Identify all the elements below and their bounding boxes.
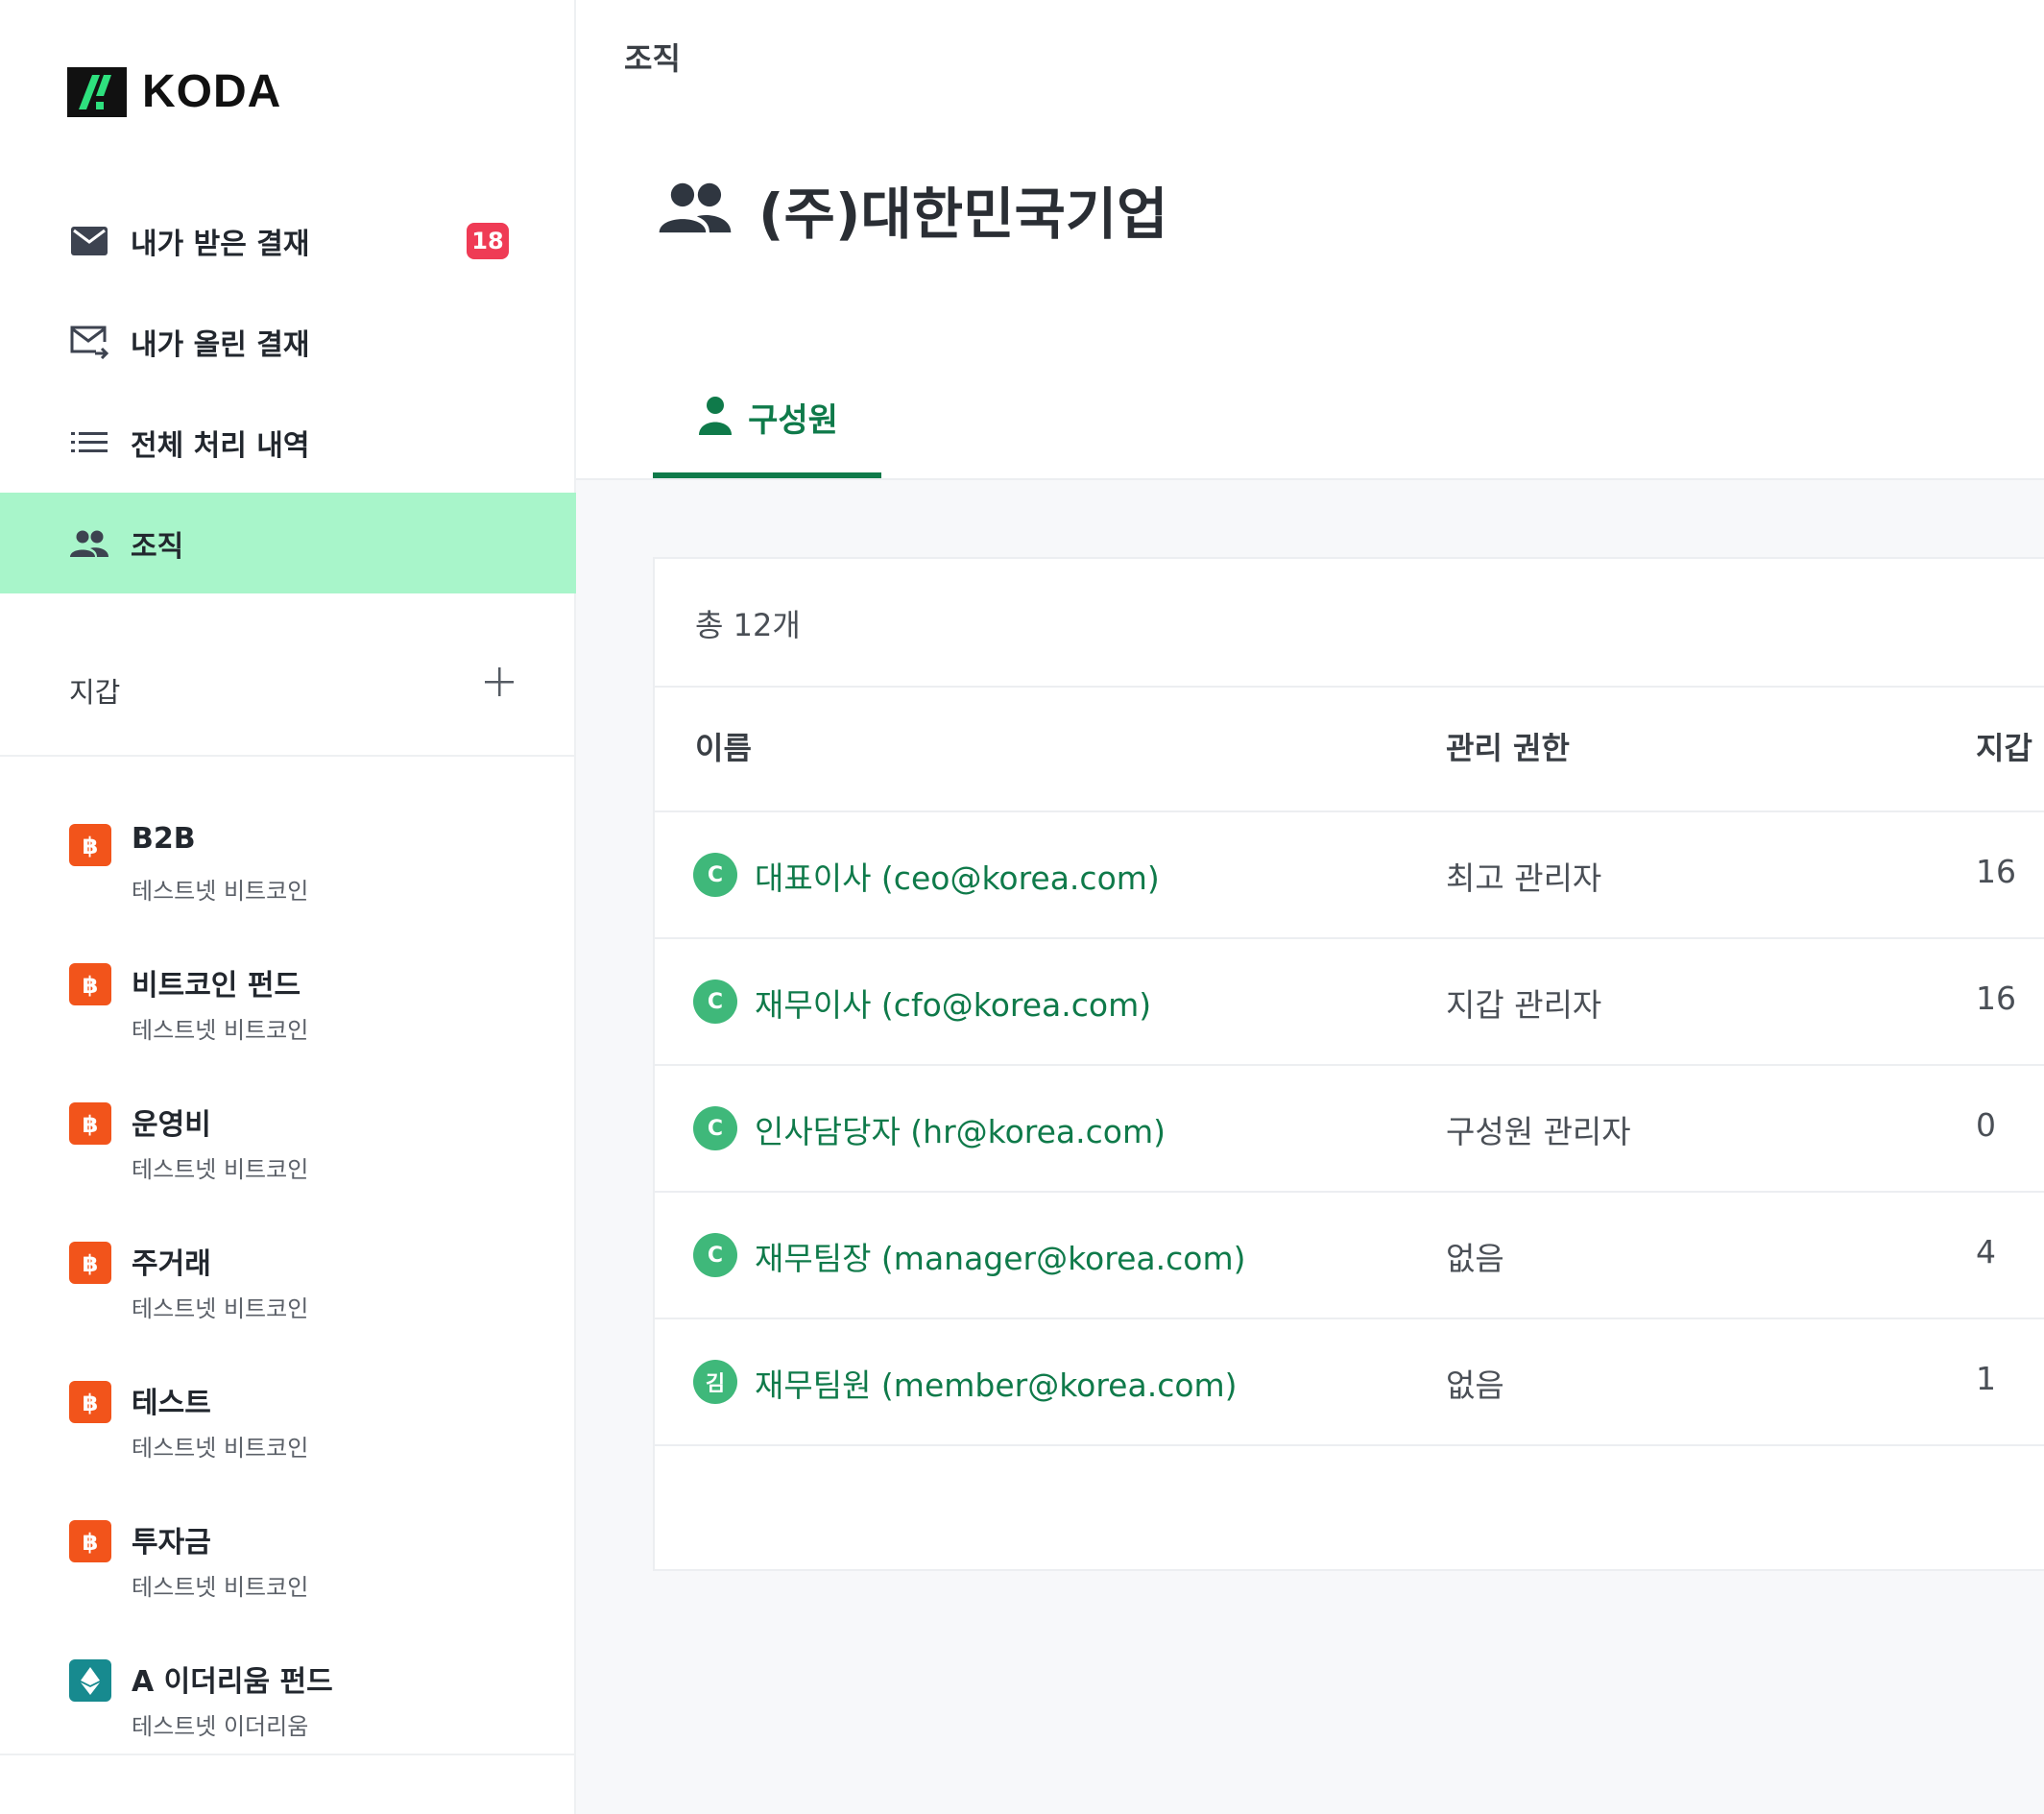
nav-label: 내가 올린 결재 (131, 327, 310, 362)
member-name[interactable]: 대표이사 (ceo@korea.com) (755, 853, 1160, 899)
wallet-network: 테스트넷 비트코인 (132, 878, 309, 905)
divider (0, 1754, 576, 1755)
nav-item-organization[interactable]: 조직 (0, 493, 576, 593)
member-wallet-count: 16 (1976, 980, 2016, 1017)
avatar: 김 (693, 1360, 737, 1404)
member-name[interactable]: 재무이사 (cfo@korea.com) (755, 980, 1151, 1026)
outbox-mail-icon (69, 322, 109, 362)
wallet-name: 비트코인 펀드 (132, 969, 301, 1003)
svg-text:฿: ฿ (83, 1390, 99, 1416)
svg-text:฿: ฿ (83, 833, 99, 859)
member-role: 없음 (1446, 1367, 1504, 1404)
divider (655, 1318, 2044, 1319)
divider (655, 810, 2044, 812)
member-wallet-count: 4 (1976, 1233, 1996, 1270)
member-role: 지갑 관리자 (1446, 986, 1602, 1024)
wallet-name: 테스트 (132, 1387, 211, 1420)
bitcoin-icon: ฿ (69, 1381, 111, 1423)
wallet-network: 테스트넷 비트코인 (132, 1435, 309, 1462)
wallet-item[interactable]: ฿ 테스트 테스트넷 비트코인 (0, 1362, 576, 1501)
svg-text:฿: ฿ (83, 1250, 99, 1277)
avatar: C (693, 1233, 737, 1277)
svg-text:฿: ฿ (83, 1529, 99, 1556)
members-table-card: 총 12개 이름 관리 권한 지갑 C 대표이사 (ceo@korea.com)… (653, 557, 2044, 1571)
people-icon (69, 523, 109, 564)
count-badge: 18 (467, 223, 509, 259)
wallet-name: 주거래 (132, 1247, 211, 1281)
member-role: 없음 (1446, 1240, 1504, 1277)
nav-item-sent-approvals[interactable]: 내가 올린 결재 (0, 291, 576, 392)
wallet-network: 테스트넷 비트코인 (132, 1574, 309, 1601)
nav-item-all-history[interactable]: 전체 처리 내역 (0, 392, 576, 493)
wallet-section-title: 지갑 (69, 676, 121, 709)
member-wallet-count: 1 (1976, 1360, 1996, 1397)
wallet-name: B2B (132, 822, 196, 856)
wallet-item[interactable]: ฿ B2B 테스트넷 비트코인 (0, 805, 576, 944)
column-header-wallets[interactable]: 지갑 (1976, 724, 2032, 768)
member-role: 구성원 관리자 (1446, 1113, 1631, 1150)
member-name[interactable]: 재무팀장 (manager@korea.com) (755, 1233, 1245, 1279)
divider (655, 937, 2044, 939)
wallet-item[interactable]: ฿ 투자금 테스트넷 비트코인 (0, 1501, 576, 1640)
bitcoin-icon: ฿ (69, 963, 111, 1005)
wallet-item[interactable]: ฿ 주거래 테스트넷 비트코인 (0, 1222, 576, 1362)
koda-logo-mark-icon (67, 66, 127, 117)
tab-label: 구성원 (748, 401, 838, 440)
wallet-list: ฿ B2B 테스트넷 비트코인 ฿ 비트코인 펀드 테스트넷 비트코인 ฿ 운영… (0, 805, 576, 1779)
page-title: (주)대한민국기업 (758, 181, 1168, 247)
nav-label: 조직 (131, 529, 184, 564)
breadcrumb: 조직 (624, 40, 681, 77)
member-role: 최고 관리자 (1446, 859, 1602, 897)
wallet-item[interactable]: ฿ 운영비 테스트넷 비트코인 (0, 1083, 576, 1222)
wallet-name: 운영비 (132, 1108, 211, 1142)
divider (655, 686, 2044, 688)
sidebar-nav: 내가 받은 결재 18 내가 올린 결재 전체 처리 내역 조직 (0, 190, 576, 593)
column-header-name[interactable]: 이름 (695, 724, 752, 768)
bitcoin-icon: ฿ (69, 1242, 111, 1284)
avatar: C (693, 853, 737, 897)
wallet-network: 테스트넷 비트코인 (132, 1017, 309, 1044)
wallet-network: 테스트넷 비트코인 (132, 1295, 309, 1322)
divider (655, 1444, 2044, 1446)
svg-text:฿: ฿ (83, 972, 99, 999)
member-name[interactable]: 재무팀원 (member@korea.com) (755, 1360, 1238, 1406)
wallet-network: 테스트넷 비트코인 (132, 1156, 309, 1183)
plus-icon[interactable] (480, 663, 518, 701)
koda-logo[interactable]: KODA (67, 65, 281, 118)
logo-text: KODA (142, 66, 282, 117)
avatar: C (693, 1106, 737, 1150)
bitcoin-icon: ฿ (69, 1102, 111, 1145)
org-title-row: (주)대한민국기업 (655, 169, 1168, 250)
divider (655, 1191, 2044, 1193)
bitcoin-icon: ฿ (69, 824, 111, 866)
tab-content: 구성원 (696, 394, 838, 441)
column-header-role[interactable]: 관리 권한 (1446, 724, 1570, 768)
bitcoin-icon: ฿ (69, 1520, 111, 1562)
wallet-network: 테스트넷 이더리움 (132, 1713, 309, 1740)
person-icon (696, 395, 734, 441)
wallet-item[interactable]: A 이더리움 펀드 테스트넷 이더리움 (0, 1640, 576, 1779)
nav-item-received-approvals[interactable]: 내가 받은 결재 18 (0, 190, 576, 291)
member-name[interactable]: 인사담당자 (hr@korea.com) (755, 1106, 1166, 1152)
wallet-section-header: 지갑 (0, 641, 576, 757)
wallet-name: A 이더리움 펀드 (132, 1665, 333, 1699)
people-icon (655, 181, 735, 238)
list-icon (69, 423, 109, 463)
wallet-item[interactable]: ฿ 비트코인 펀드 테스트넷 비트코인 (0, 944, 576, 1083)
main-content: 조직 (주)대한민국기업 구성원 총 12개 이름 관리 권한 지갑 C 대표이… (576, 0, 2044, 1814)
page-header: 조직 (주)대한민국기업 구성원 (576, 0, 2044, 480)
nav-label: 전체 처리 내역 (131, 428, 310, 463)
nav-label: 내가 받은 결재 (131, 227, 310, 261)
svg-text:฿: ฿ (83, 1111, 99, 1138)
sidebar: KODA 내가 받은 결재 18 내가 올린 결재 전체 처리 내역 조직 지갑… (0, 0, 576, 1814)
divider (655, 1064, 2044, 1066)
inbox-mail-icon (69, 221, 109, 261)
tab-members[interactable]: 구성원 (653, 394, 881, 478)
member-wallet-count: 16 (1976, 853, 2016, 890)
ethereum-icon (69, 1659, 111, 1702)
wallet-name: 투자금 (132, 1526, 211, 1560)
member-wallet-count: 0 (1976, 1106, 1996, 1144)
avatar: C (693, 980, 737, 1024)
total-count: 총 12개 (695, 607, 801, 643)
